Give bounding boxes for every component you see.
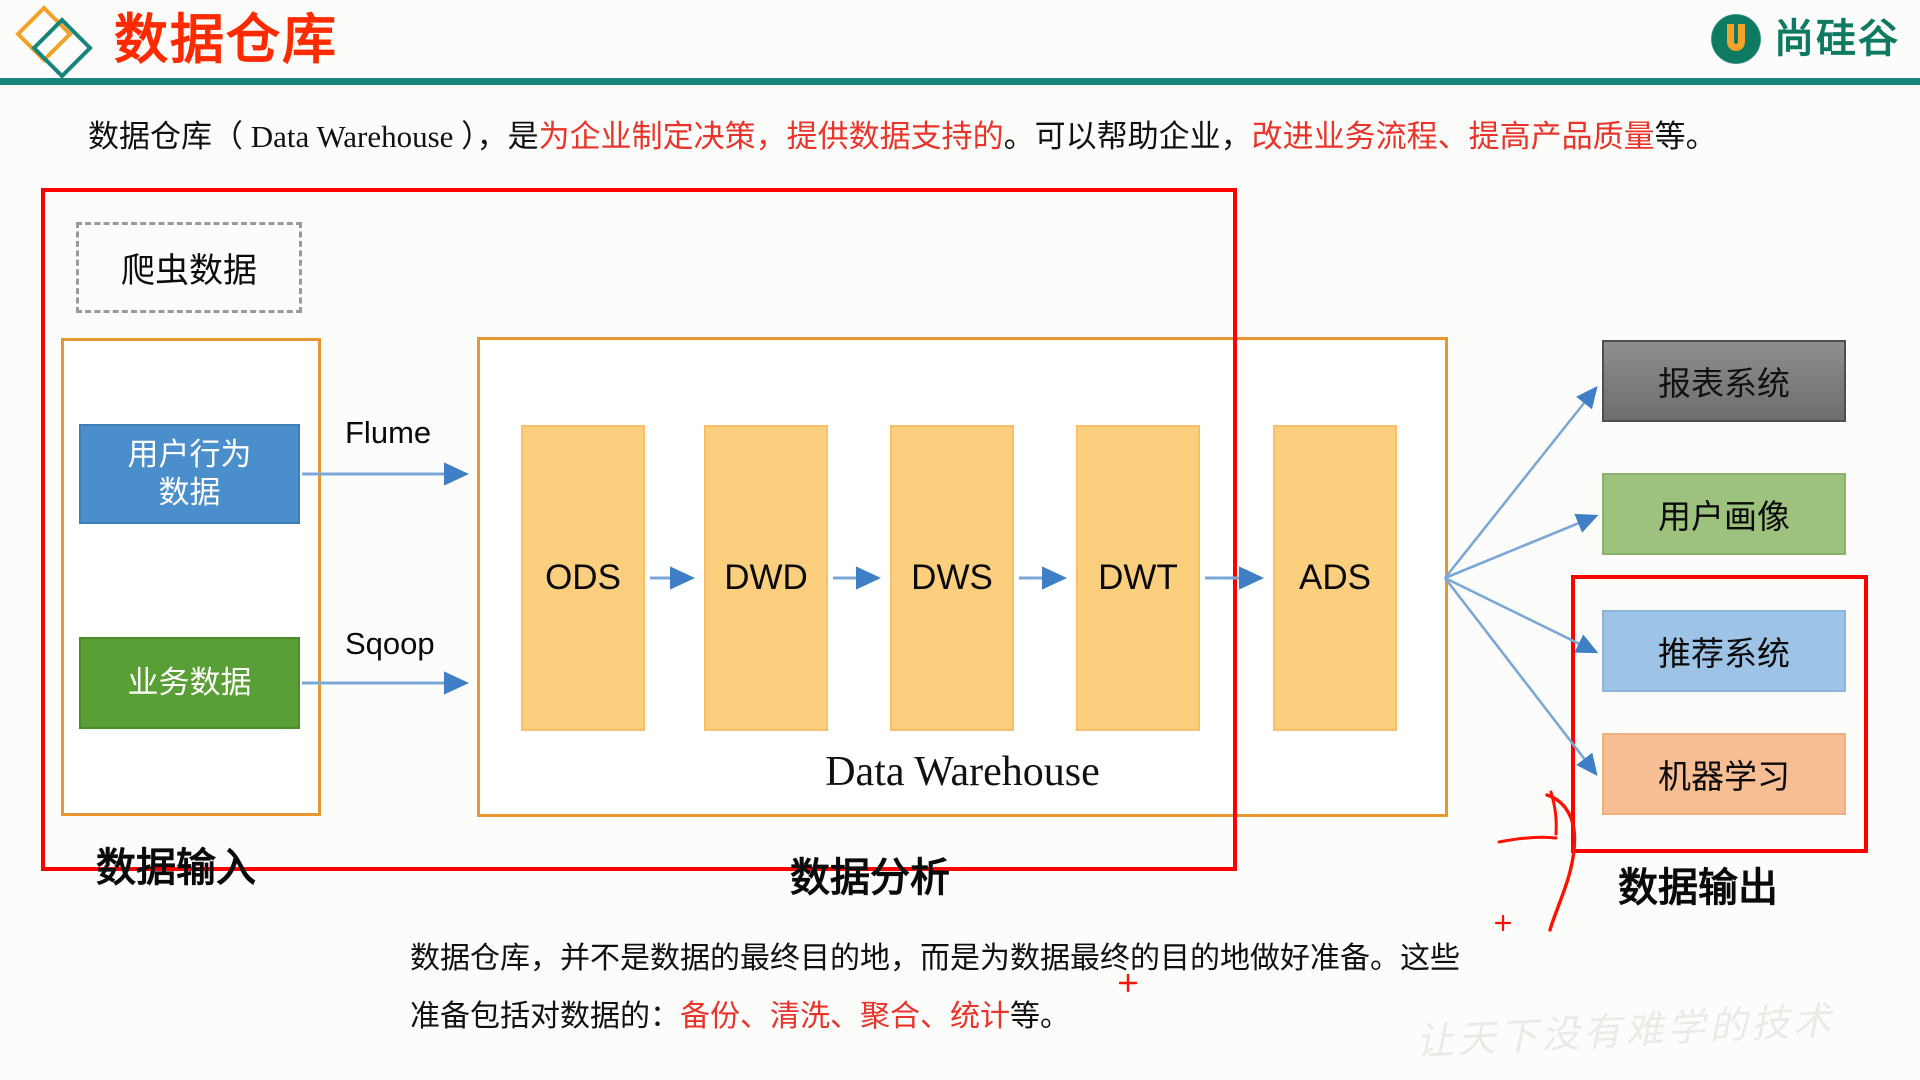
intro-part2: ），是	[453, 119, 539, 154]
intro-part3: 。可以帮助企业，	[1003, 119, 1252, 154]
caption-data-input: 数据输入	[96, 846, 256, 890]
caption-data-output: 数据输出	[1618, 866, 1778, 910]
intro-highlight-1: 为企业制定决策，提供数据支持的	[538, 119, 1004, 154]
outro-line-2: 准备包括对数据的：备份、清洗、聚合、统计等。	[410, 988, 1530, 1046]
caption-data-analysis: 数据分析	[790, 856, 950, 900]
highlight-rect-input-analysis	[41, 188, 1237, 871]
outro-paragraph: 数据仓库，并不是数据的最终目的地，而是为数据最终的目的地做好准备。这些 准备包括…	[410, 930, 1530, 1046]
intro-paragraph: 数据仓库（ Data Warehouse ），是为企业制定决策，提供数据支持的。…	[88, 115, 1868, 159]
intro-en-term: Data Warehouse	[250, 119, 454, 154]
layer-box-ads: ADS	[1273, 425, 1397, 731]
slide-header: 数据仓库 尚硅谷	[0, 0, 1920, 88]
page-title: 数据仓库	[114, 10, 338, 70]
output-box-user-profile: 用户画像	[1602, 473, 1846, 555]
outro-line2-black: 准备包括对数据的：	[410, 1000, 680, 1033]
intro-part1: 数据仓库（	[88, 119, 251, 154]
brand-name: 尚硅谷	[1774, 17, 1900, 61]
output-box-report-system: 报表系统	[1602, 340, 1846, 422]
atguigu-u-icon	[1710, 13, 1762, 65]
intro-part4: 等。	[1654, 119, 1717, 154]
outro-line2-highlight: 备份、清洗、聚合、统计	[680, 1000, 1010, 1033]
highlight-rect-output	[1571, 575, 1868, 853]
slide-canvas: 数据仓库 尚硅谷 数据仓库（ Data Warehouse ），是为企业制定决策…	[0, 0, 1920, 1080]
arrow-fan-to-report	[1443, 385, 1598, 579]
intro-highlight-2: 改进业务流程、提高产品质量	[1251, 119, 1655, 154]
arrow-fan-to-profile	[1444, 513, 1599, 580]
header-divider	[0, 78, 1920, 85]
outro-line2-tail: 等。	[1010, 1000, 1070, 1033]
brand-logo: 尚硅谷	[1708, 8, 1900, 70]
outro-line-1: 数据仓库，并不是数据的最终目的地，而是为数据最终的目的地做好准备。这些	[410, 942, 1460, 975]
